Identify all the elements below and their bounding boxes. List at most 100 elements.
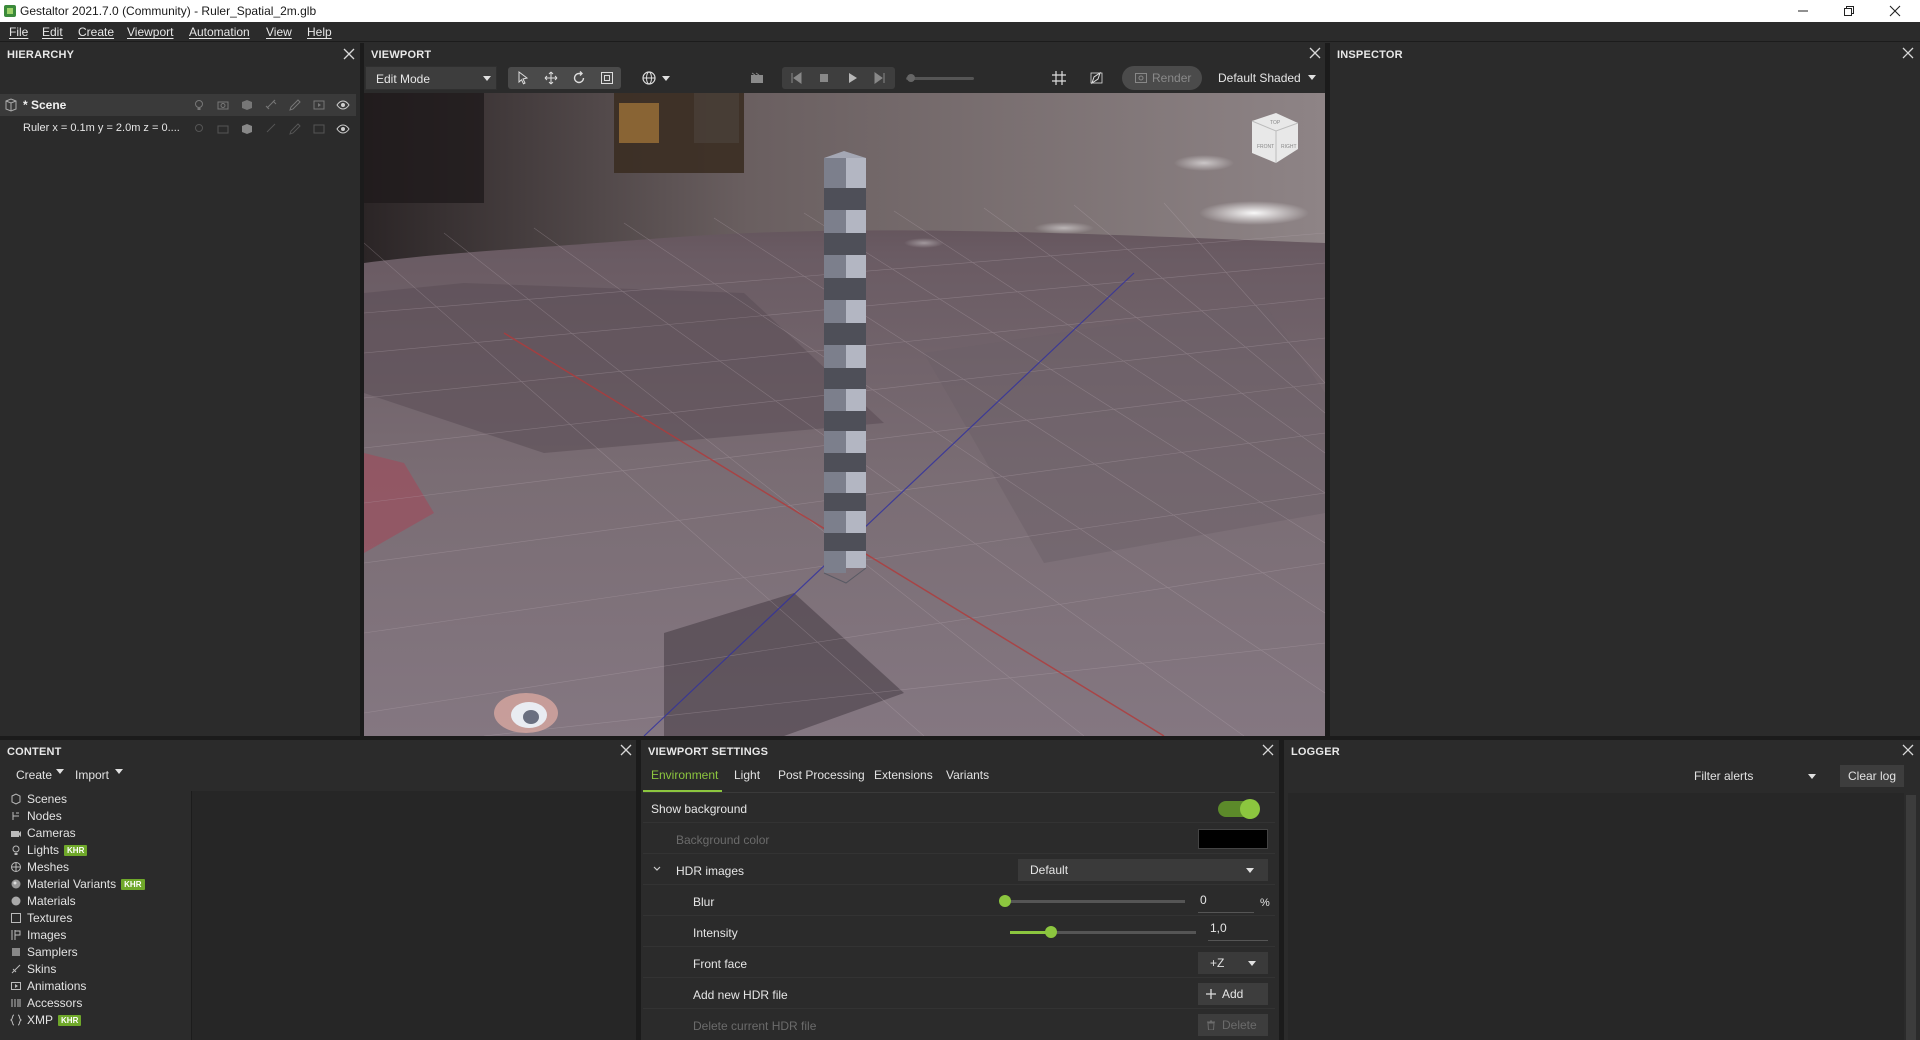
content-item-lights[interactable]: Lights KHR [10, 842, 88, 858]
scale-tool-icon[interactable] [597, 68, 617, 88]
tab-extensions[interactable]: Extensions [874, 768, 933, 782]
tab-post-processing[interactable]: Post Processing [778, 768, 865, 782]
snap-icon[interactable] [1086, 68, 1108, 88]
visibility-eye-icon[interactable] [336, 122, 350, 136]
select-tool-icon[interactable] [513, 68, 533, 88]
menu-view[interactable]: View [266, 25, 292, 39]
rotate-tool-icon[interactable] [569, 68, 589, 88]
background-color-swatch[interactable] [1198, 829, 1268, 849]
add-hdr-button[interactable]: Add [1198, 983, 1268, 1005]
link-toggle-icon[interactable] [264, 122, 278, 136]
content-item-skins[interactable]: Skins [10, 961, 56, 977]
light-toggle-icon[interactable] [192, 122, 206, 136]
ruler-model[interactable] [823, 151, 867, 584]
skip-back-icon[interactable] [785, 68, 807, 88]
logger-header: LOGGER [1291, 746, 1340, 758]
visibility-eye-icon[interactable] [336, 98, 350, 112]
content-item-nodes[interactable]: Nodes [10, 808, 62, 824]
close-window-button[interactable] [1872, 0, 1918, 22]
front-face-select[interactable]: +Z [1198, 952, 1268, 974]
content-item-cameras[interactable]: Cameras [10, 825, 76, 841]
content-item-accessors[interactable]: Accessors [10, 995, 82, 1011]
light-toggle-icon[interactable] [192, 98, 206, 112]
minimize-button[interactable] [1780, 0, 1826, 22]
content-item-meshes[interactable]: Meshes [10, 859, 69, 875]
mesh-toggle-icon[interactable] [240, 98, 254, 112]
toggle-knob [1240, 799, 1260, 819]
menu-bar: File Edit Create Viewport Automation Vie… [0, 22, 1920, 42]
skip-forward-icon[interactable] [869, 68, 891, 88]
edit-toggle-icon[interactable] [288, 122, 302, 136]
create-dropdown[interactable]: Create [16, 768, 64, 784]
mode-dropdown[interactable]: Edit Mode [365, 66, 497, 90]
camera-toggle-icon[interactable] [216, 98, 230, 112]
viewport-canvas[interactable]: TOP FRONT RIGHT [364, 93, 1325, 736]
shading-dropdown[interactable]: Default Shaded [1212, 66, 1320, 90]
chevron-down-icon[interactable] [662, 76, 670, 81]
menu-help[interactable]: Help [307, 25, 332, 39]
move-tool-icon[interactable] [541, 68, 561, 88]
app-icon [3, 4, 17, 18]
close-hierarchy-icon[interactable] [342, 47, 356, 61]
filter-alerts-label: Filter alerts [1694, 769, 1754, 783]
animation-toggle-icon[interactable] [312, 98, 326, 112]
content-item-images[interactable]: Images [10, 927, 66, 943]
render-button[interactable]: Render [1122, 66, 1202, 90]
import-dropdown[interactable]: Import [75, 768, 123, 784]
globe-icon[interactable] [638, 68, 660, 88]
clear-log-label: Clear log [1848, 769, 1897, 783]
close-viewport-icon[interactable] [1308, 46, 1322, 60]
content-item-material-variants[interactable]: Material Variants KHR [10, 876, 145, 892]
settings-row-intensity: Intensity 1,0 [643, 917, 1275, 947]
content-item-xmp[interactable]: XMP KHR [10, 1012, 82, 1028]
stop-icon[interactable] [813, 68, 835, 88]
close-viewport-settings-icon[interactable] [1261, 743, 1275, 757]
delete-hdr-button[interactable]: Delete [1198, 1014, 1268, 1036]
menu-file[interactable]: File [9, 25, 28, 39]
close-logger-icon[interactable] [1901, 743, 1915, 757]
menu-edit[interactable]: Edit [42, 25, 63, 39]
blur-slider-knob[interactable] [999, 895, 1011, 907]
menu-automation[interactable]: Automation [189, 25, 250, 39]
close-content-icon[interactable] [619, 743, 633, 757]
grid-icon[interactable] [1048, 68, 1070, 88]
tree-row-scene[interactable]: * Scene [0, 94, 356, 116]
content-item-label: Animations [27, 979, 87, 993]
camera-toggle-icon[interactable] [216, 122, 230, 136]
link-toggle-icon[interactable] [264, 98, 278, 112]
tab-light[interactable]: Light [734, 768, 760, 782]
content-item-samplers[interactable]: Samplers [10, 944, 78, 960]
clear-log-button[interactable]: Clear log [1840, 765, 1904, 787]
tab-variants[interactable]: Variants [946, 768, 989, 782]
blur-slider[interactable] [999, 895, 1185, 907]
mesh-toggle-icon[interactable] [240, 122, 254, 136]
play-icon[interactable] [841, 68, 863, 88]
image-icon [10, 929, 22, 941]
content-item-animations[interactable]: Animations [10, 978, 86, 994]
close-inspector-icon[interactable] [1901, 46, 1915, 60]
intensity-value-field[interactable]: 1,0 [1208, 919, 1268, 941]
log-scrollbar[interactable] [1906, 795, 1916, 1040]
menu-viewport[interactable]: Viewport [127, 25, 173, 39]
hdr-select[interactable]: Default [1018, 859, 1268, 881]
animation-toggle-icon[interactable] [312, 122, 326, 136]
restore-button[interactable] [1826, 0, 1872, 22]
intensity-slider[interactable] [1010, 926, 1196, 938]
content-item-materials[interactable]: Materials [10, 893, 76, 909]
camera-icon[interactable] [746, 68, 768, 88]
timeline-slider[interactable] [906, 77, 974, 80]
orb-object [494, 693, 558, 733]
filter-alerts-dropdown[interactable]: Filter alerts [1686, 765, 1820, 787]
blur-value-field[interactable]: 0 [1198, 891, 1254, 913]
edit-toggle-icon[interactable] [288, 98, 302, 112]
show-background-toggle[interactable] [1218, 799, 1260, 819]
content-item-textures[interactable]: Textures [10, 910, 72, 926]
timeline-handle[interactable] [907, 74, 915, 82]
tree-row-ruler[interactable]: Ruler x = 0.1m y = 2.0m z = 0.... [0, 118, 356, 140]
khr-badge: KHR [58, 1014, 82, 1026]
tab-environment[interactable]: Environment [651, 768, 718, 782]
intensity-slider-knob[interactable] [1045, 926, 1057, 938]
menu-create[interactable]: Create [78, 25, 114, 39]
content-item-scenes[interactable]: Scenes [10, 791, 67, 807]
chevron-down-icon[interactable] [652, 864, 662, 874]
